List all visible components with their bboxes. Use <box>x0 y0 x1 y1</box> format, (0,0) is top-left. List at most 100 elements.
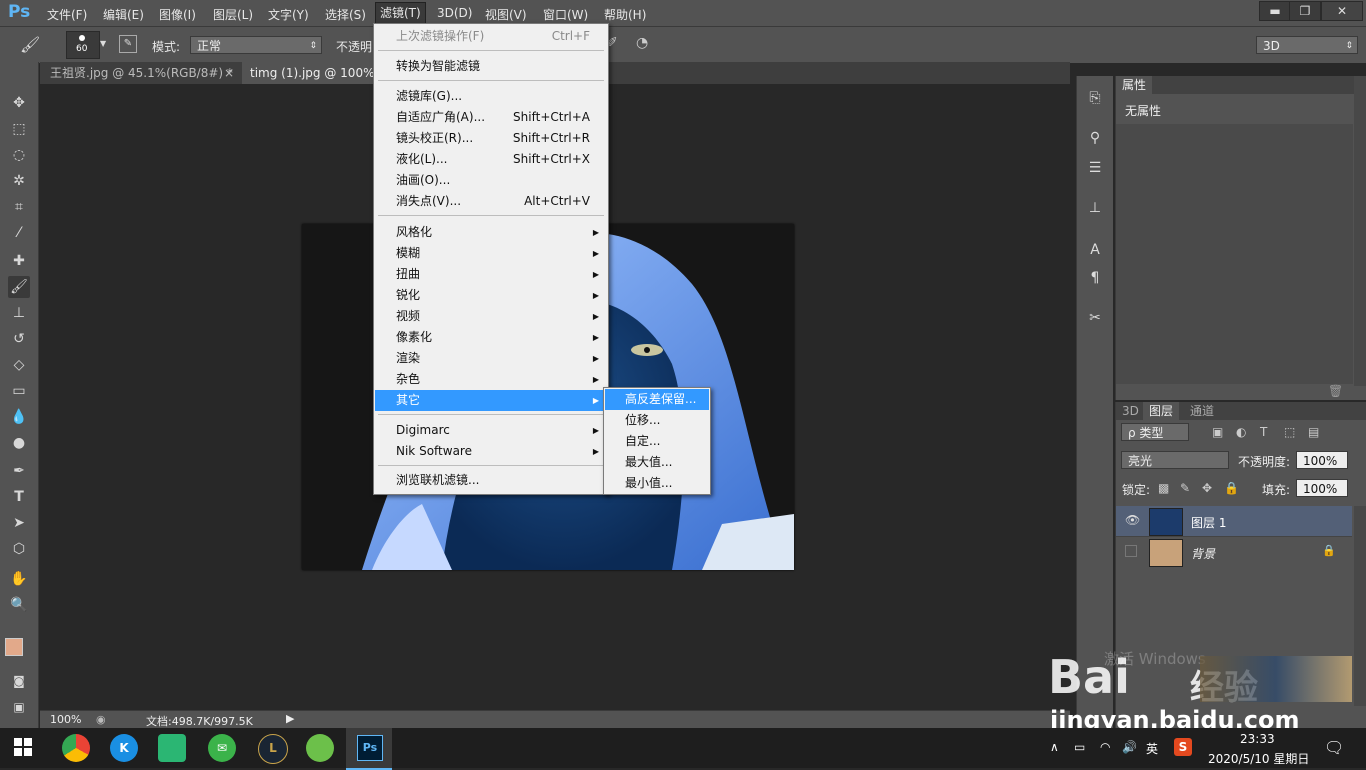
shape-filter-icon[interactable]: ⬚ <box>1284 425 1295 439</box>
healing-brush-icon[interactable]: ✚ <box>8 250 30 272</box>
tab-wangzuxian[interactable]: 王祖贤.jpg @ 45.1%(RGB/8#) * × <box>42 62 242 84</box>
tab-close-icon[interactable]: × <box>224 62 234 84</box>
tray-up-icon[interactable]: ∧ <box>1050 740 1059 754</box>
menu-pixelate[interactable]: 像素化 ▶ <box>375 327 607 348</box>
layer-row-1[interactable]: 👁 图层 1 <box>1116 506 1352 536</box>
blend-mode-select[interactable]: 亮光 <box>1121 451 1229 469</box>
lock-pixels-icon[interactable]: ✎ <box>1180 481 1190 495</box>
restore-button[interactable]: ❐ <box>1289 1 1321 21</box>
history-brush-icon[interactable]: ↺ <box>8 328 30 350</box>
type-filter-icon[interactable]: T <box>1260 425 1267 439</box>
menu-filter[interactable]: 滤镜(T) <box>375 2 426 24</box>
properties-scrollbar[interactable] <box>1354 76 1366 386</box>
blur-tool-icon[interactable]: 💧 <box>8 406 30 428</box>
eraser-icon[interactable]: ◇ <box>8 354 30 376</box>
close-button[interactable]: ✕ <box>1321 1 1363 21</box>
menu-maximum[interactable]: 最大值... <box>605 452 709 473</box>
tab-layers[interactable]: 图层 <box>1143 402 1180 420</box>
tab-properties[interactable]: 属性 <box>1116 76 1153 94</box>
menu-filter-gallery[interactable]: 滤镜库(G)... <box>375 86 607 107</box>
gradient-icon[interactable]: ▭ <box>8 380 30 402</box>
visibility-toggle[interactable] <box>1125 545 1137 557</box>
brush-panel-icon[interactable]: ✎ <box>119 35 137 53</box>
chevron-down-icon[interactable]: ▼ <box>100 39 106 48</box>
menu-blur[interactable]: 模糊 ▶ <box>375 243 607 264</box>
fill-input[interactable]: 100% <box>1296 479 1348 497</box>
menu-file[interactable]: 文件(F) <box>47 6 87 23</box>
layer-row-background[interactable]: 背景 🔒 <box>1116 536 1352 567</box>
status-info-icon[interactable]: ◉ <box>96 713 106 726</box>
screen-mode-icon[interactable]: ▣ <box>8 696 30 718</box>
dodge-tool-icon[interactable]: ● <box>8 432 30 454</box>
workspace-select[interactable]: 3D ⇕ <box>1256 36 1358 54</box>
chrome-icon[interactable] <box>62 734 90 762</box>
shape-tool-icon[interactable]: ⬡ <box>8 538 30 560</box>
sogou-icon[interactable]: S <box>1174 738 1192 756</box>
lock-position-icon[interactable]: ✥ <box>1202 481 1212 495</box>
menu-help[interactable]: 帮助(H) <box>604 6 646 23</box>
lasso-tool-icon[interactable]: ◌ <box>8 144 30 166</box>
adjustment-filter-icon[interactable]: ◐ <box>1236 425 1246 439</box>
wechat-icon[interactable]: ✉ <box>208 734 236 762</box>
brush-tool-icon[interactable]: 🖌 <box>8 276 30 298</box>
menu-high-pass[interactable]: 高反差保留... <box>605 389 709 410</box>
smart-filter-icon[interactable]: ▤ <box>1308 425 1319 439</box>
menu-last-filter[interactable]: 上次滤镜操作(F) Ctrl+F <box>375 26 607 47</box>
lol-icon[interactable]: L <box>258 734 288 764</box>
volume-icon[interactable]: 🔊 <box>1122 740 1137 754</box>
menu-liquify[interactable]: 液化(L)... Shift+Ctrl+X <box>375 149 607 170</box>
menu-video[interactable]: 视频 ▶ <box>375 306 607 327</box>
windows-start-icon[interactable] <box>14 738 32 756</box>
pen-tool-icon[interactable]: ✒ <box>8 460 30 482</box>
marquee-tool-icon[interactable]: ⬚ <box>8 118 30 140</box>
lock-transparent-icon[interactable]: ▩ <box>1158 481 1169 495</box>
kugou-icon[interactable]: K <box>110 734 138 762</box>
type-tool-icon[interactable]: T <box>8 486 30 508</box>
menu-custom[interactable]: 自定... <box>605 431 709 452</box>
menu-view[interactable]: 视图(V) <box>485 6 527 23</box>
brush-presets-icon[interactable]: ⚲ <box>1085 128 1105 148</box>
brush-preset-picker[interactable]: 60 <box>66 31 100 59</box>
menu-offset[interactable]: 位移... <box>605 410 709 431</box>
minimize-button[interactable]: ▬ <box>1259 1 1291 21</box>
ime-indicator[interactable]: 英 <box>1146 740 1158 757</box>
notification-icon[interactable]: 🗨 <box>1324 738 1344 757</box>
browser-icon[interactable] <box>306 734 334 762</box>
menu-adaptive-wide-angle[interactable]: 自适应广角(A)... Shift+Ctrl+A <box>375 107 607 128</box>
hand-tool-icon[interactable]: ✋ <box>8 568 30 590</box>
crop-tool-icon[interactable]: ⌗ <box>8 196 30 218</box>
menu-3d[interactable]: 3D(D) <box>437 6 472 20</box>
clock-time[interactable]: 23:33 <box>1240 732 1275 746</box>
menu-image[interactable]: 图像(I) <box>159 6 196 23</box>
menu-window[interactable]: 窗口(W) <box>543 6 588 23</box>
tab-timg[interactable]: timg (1).jpg @ 100% (图 <box>242 62 374 84</box>
menu-oil-paint[interactable]: 油画(O)... <box>375 170 607 191</box>
history-panel-icon[interactable]: ⎘ <box>1085 88 1105 108</box>
menu-digimarc[interactable]: Digimarc ▶ <box>375 420 607 441</box>
menu-vanishing-point[interactable]: 消失点(V)... Alt+Ctrl+V <box>375 191 607 212</box>
menu-edit[interactable]: 编辑(E) <box>103 6 144 23</box>
tab-channels[interactable]: 通道 <box>1184 402 1220 420</box>
menu-noise[interactable]: 杂色 ▶ <box>375 369 607 390</box>
eye-icon[interactable]: 👁 <box>1125 513 1140 527</box>
tab-3d[interactable]: 3D <box>1116 402 1145 420</box>
menu-distort[interactable]: 扭曲 ▶ <box>375 264 607 285</box>
menu-type[interactable]: 文字(Y) <box>268 6 309 23</box>
path-select-icon[interactable]: ➤ <box>8 512 30 534</box>
lock-all-icon[interactable]: 🔒 <box>1224 481 1239 495</box>
menu-lens-correction[interactable]: 镜头校正(R)... Shift+Ctrl+R <box>375 128 607 149</box>
menu-stylize[interactable]: 风格化 ▶ <box>375 222 607 243</box>
menu-minimum[interactable]: 最小值... <box>605 473 709 494</box>
pixel-filter-icon[interactable]: ▣ <box>1212 425 1223 439</box>
foreground-color-swatch[interactable] <box>5 638 23 656</box>
brush-tool-icon[interactable]: 🖌 <box>20 35 40 54</box>
layers-scrollbar[interactable] <box>1354 506 1366 706</box>
quick-mask-icon[interactable]: ◙ <box>8 670 30 692</box>
mode-select[interactable]: 正常 ⇕ <box>190 36 322 54</box>
layer-filter-select[interactable]: ρ 类型 <box>1121 423 1189 441</box>
move-tool-icon[interactable]: ✥ <box>8 92 30 114</box>
menu-nik-software[interactable]: Nik Software ▶ <box>375 441 607 462</box>
paragraph-panel-icon[interactable]: ¶ <box>1085 268 1105 288</box>
network-icon[interactable]: ◠ <box>1100 740 1110 754</box>
character-panel-icon[interactable]: A <box>1085 240 1105 260</box>
